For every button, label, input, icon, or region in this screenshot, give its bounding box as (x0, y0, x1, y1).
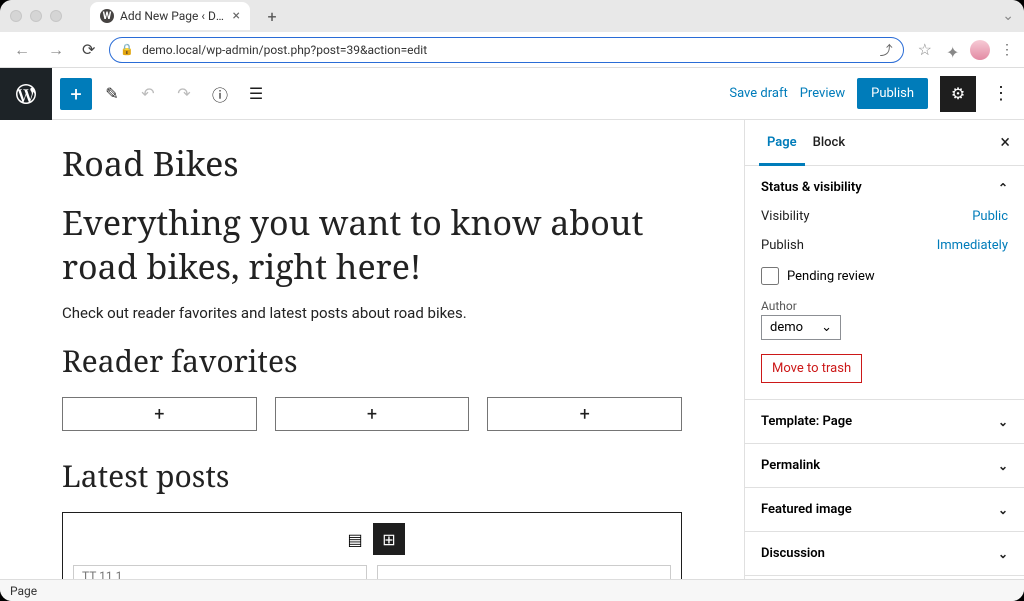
author-label: Author (761, 299, 1008, 313)
settings-gear-icon[interactable]: ⚙ (940, 76, 976, 112)
visibility-label: Visibility (761, 209, 810, 224)
publish-label: Publish (761, 238, 804, 253)
publish-value[interactable]: Immediately (937, 238, 1008, 253)
chevron-down-icon[interactable]: ⌄ (1002, 8, 1014, 24)
tab-block[interactable]: Block (805, 120, 853, 166)
chevron-down-icon: ⌄ (998, 459, 1008, 473)
profile-avatar[interactable] (970, 40, 990, 60)
info-icon[interactable]: ⓘ (204, 78, 236, 110)
panel-status-visibility[interactable]: Status & visibility ⌃ (745, 166, 1024, 209)
extensions-icon[interactable]: ✦ (946, 43, 960, 57)
grid-view-icon[interactable]: ⊞ (373, 523, 405, 555)
bookmark-icon[interactable]: ☆ (914, 38, 936, 61)
wordpress-logo-icon[interactable] (0, 68, 52, 120)
preview-button[interactable]: Preview (800, 86, 845, 101)
save-draft-button[interactable]: Save draft (729, 86, 787, 101)
back-button[interactable]: ← (10, 38, 34, 62)
latest-post-item[interactable]: TT 11 1 (73, 565, 367, 579)
latest-posts-block[interactable]: ▤ ⊞ TT 11 1 (62, 512, 682, 579)
browser-tab[interactable]: W Add New Page ‹ Demo — Wor… × (90, 2, 250, 30)
new-tab-button[interactable]: + (258, 2, 286, 30)
editor-canvas[interactable]: Road Bikes Everything you want to know a… (0, 120, 744, 579)
chevron-down-icon: ⌄ (998, 547, 1008, 561)
panel-template[interactable]: Template: Page⌄ (745, 400, 1024, 443)
url-input[interactable]: 🔒 demo.local/wp-admin/post.php?post=39&a… (109, 37, 903, 63)
url-text: demo.local/wp-admin/post.php?post=39&act… (142, 43, 427, 57)
chevron-up-icon: ⌃ (998, 181, 1008, 195)
list-view-icon[interactable]: ▤ (339, 523, 371, 555)
undo-button[interactable]: ↶ (132, 78, 164, 110)
wordpress-favicon-icon: W (100, 9, 114, 23)
close-sidebar-icon[interactable]: × (1000, 132, 1010, 153)
breadcrumb[interactable]: Page (10, 584, 37, 598)
page-title[interactable]: Road Bikes (62, 140, 682, 186)
browser-menu-icon[interactable]: ⋮ (1000, 42, 1014, 58)
chevron-down-icon: ⌄ (998, 415, 1008, 429)
column-appender-2[interactable]: + (275, 397, 470, 431)
author-select[interactable]: demo ⌄ (761, 315, 841, 340)
publish-button[interactable]: Publish (857, 78, 928, 109)
move-to-trash-button[interactable]: Move to trash (761, 354, 862, 383)
tab-title: Add New Page ‹ Demo — Wor… (120, 9, 227, 23)
settings-sidebar: Page Block × Status & visibility ⌃ Visib… (744, 120, 1024, 579)
column-appender-1[interactable]: + (62, 397, 257, 431)
lock-icon: 🔒 (120, 43, 134, 56)
column-appender-3[interactable]: + (487, 397, 682, 431)
chevron-down-icon: ⌄ (821, 320, 832, 335)
add-block-button[interactable]: + (60, 78, 92, 110)
reload-button[interactable]: ⟳ (78, 38, 99, 61)
heading-favorites[interactable]: Reader favorites (62, 340, 682, 381)
intro-paragraph[interactable]: Check out reader favorites and latest po… (62, 304, 682, 322)
tab-page[interactable]: Page (759, 120, 805, 166)
heading-latest[interactable]: Latest posts (62, 455, 682, 496)
redo-button[interactable]: ↷ (168, 78, 200, 110)
more-options-icon[interactable]: ⋮ (988, 83, 1014, 104)
latest-post-item[interactable] (377, 565, 671, 579)
forward-button[interactable]: → (44, 38, 68, 62)
outline-icon[interactable]: ☰ (240, 78, 272, 110)
share-icon[interactable]: ⤴ (880, 40, 893, 59)
panel-featured-image[interactable]: Featured image⌄ (745, 488, 1024, 531)
heading-subtitle[interactable]: Everything you want to know about road b… (62, 200, 682, 288)
panel-discussion[interactable]: Discussion⌄ (745, 532, 1024, 575)
close-tab-icon[interactable]: × (233, 8, 240, 24)
pending-review-checkbox[interactable]: Pending review (761, 267, 1008, 285)
visibility-value[interactable]: Public (972, 209, 1008, 224)
window-controls[interactable] (10, 10, 62, 22)
edit-tool-icon[interactable]: ✎ (96, 78, 128, 110)
chevron-down-icon: ⌄ (998, 503, 1008, 517)
panel-permalink[interactable]: Permalink⌄ (745, 444, 1024, 487)
